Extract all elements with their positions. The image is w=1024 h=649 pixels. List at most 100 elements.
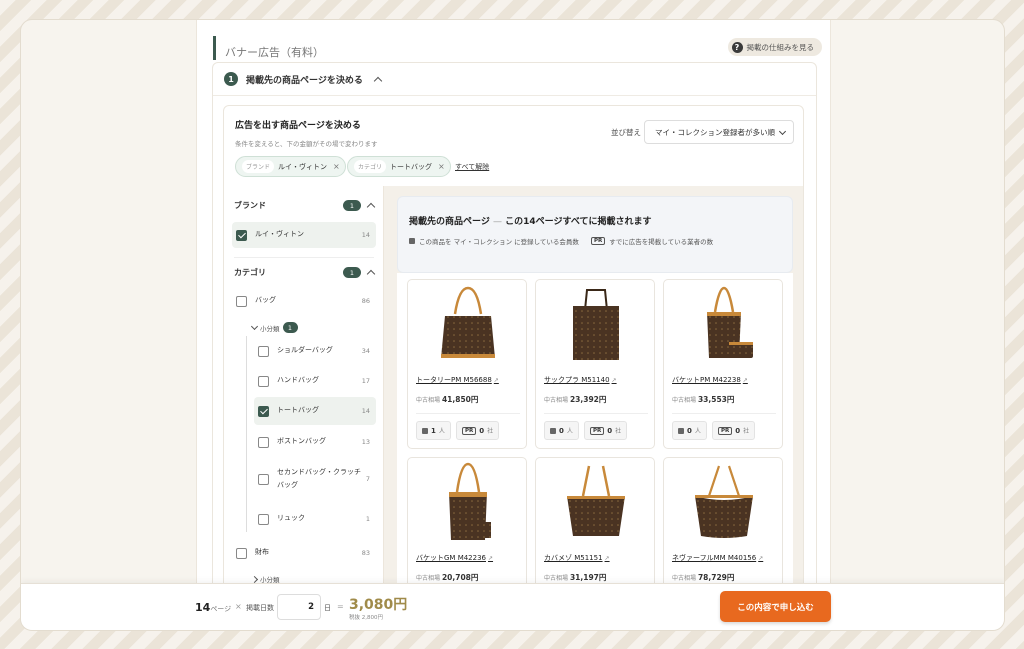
product-name-link[interactable]: カバメゾ M51151 ↗ [544,553,610,563]
price-value: 33,553円 [697,395,735,404]
option-count: 34 [361,347,370,355]
checkbox-checked-icon[interactable] [258,405,269,417]
pr-count-value: 0 [479,426,485,435]
chevron-down-icon [778,127,787,136]
price-label: 中古相場 [416,575,441,582]
option-label: セカンドバッグ・クラッチバッグ [277,467,361,489]
subcategory-option-tote-bag[interactable]: トートバッグ 14 [254,397,376,425]
brand-count-badge: 1 [343,200,361,211]
checkbox-icon[interactable] [258,375,269,387]
option-count: 14 [361,231,370,239]
pr-count-unit: 社 [615,428,622,435]
help-button[interactable]: ? 掲載の仕組みを見る [727,38,822,56]
product-name: トータリーPM M56688 [416,376,492,384]
checkbox-icon[interactable] [258,345,269,357]
product-image[interactable] [433,462,503,544]
chevron-up-icon[interactable] [366,269,376,279]
member-icon [422,427,428,434]
pr-tag: PR [590,426,605,435]
option-label: ルイ・ヴィトン [255,230,304,239]
option-label: ハンドバッグ [277,376,319,385]
price-label: 中古相場 [672,397,697,404]
page-count-value: 14 [195,601,211,614]
category-option-wallet[interactable]: 財布 83 [236,542,376,564]
product-image[interactable] [433,284,503,366]
filter-chip-category[interactable]: カテゴリ トートバッグ × [347,156,451,177]
price-value: 31,197円 [569,573,607,582]
subcategory-option-hand-bag[interactable]: ハンドバッグ 17 [258,370,376,392]
member-count: 0人 [544,421,579,440]
subcategory-option-clutch-bag[interactable]: セカンドバッグ・クラッチバッグ 7 [258,460,376,498]
total-price-excl-tax: 税抜 2,800円 [349,615,383,621]
results-title-main: この14ページすべてに掲載されます [505,217,652,227]
checkbox-icon[interactable] [236,295,247,307]
sort-select[interactable]: マイ・コレクション登録者が多い順 [644,120,794,144]
divider [234,257,374,258]
step-number: 1 [224,72,238,86]
subcategory-option-shoulder-bag[interactable]: ショルダーバッグ 34 [258,340,376,362]
subcategory-label: 小分類 [260,324,280,333]
chevron-up-icon[interactable] [366,202,376,212]
equals-sign: = [337,602,344,611]
submit-button[interactable]: この内容で申し込む [720,591,831,622]
brand-filter-heading: ブランド [234,201,266,210]
product-name-link[interactable]: トータリーPM M56688 ↗ [416,375,499,385]
option-label: 財布 [255,548,269,557]
chip-value: ルイ・ヴィトン [278,162,328,171]
checkbox-icon[interactable] [236,547,247,559]
product-image[interactable] [689,462,759,544]
step-header[interactable]: 1 掲載先の商品ページを決める [213,63,816,96]
banner-panel: バナー広告（有料） ? 掲載の仕組みを見る 1 掲載先の商品ページを決める 広告… [196,20,831,630]
product-name-link[interactable]: ネヴァーフルMM M40156 ↗ [672,553,763,563]
product-name-link[interactable]: バケットGM M42236 ↗ [416,553,493,563]
subcategory-option-boston-bag[interactable]: ボストンバッグ 13 [258,431,376,453]
product-card[interactable]: バケットPM M42238 ↗ 中古相場 33,553円 0 人 PR 0 社 [663,279,783,449]
pr-count-unit: 社 [743,428,750,435]
product-price: 中古相場 20,708円 [416,572,478,583]
step-card: 1 掲載先の商品ページを決める 広告を出す商品ページを決める 条件を変えると、下… [212,62,817,630]
price-label: 中古相場 [544,397,569,404]
category-option-bag[interactable]: バッグ 86 [236,290,376,312]
option-count: 14 [361,407,370,415]
option-count: 83 [361,549,370,557]
checkbox-icon[interactable] [258,473,269,485]
product-image[interactable] [561,284,631,366]
product-card[interactable]: サックプラ M51140 ↗ 中古相場 23,392円 0 人 PR 0 社 [535,279,655,449]
option-label: トートバッグ [277,406,319,415]
pr-count: PR 0 社 [712,421,756,440]
close-icon[interactable]: × [438,162,445,171]
product-image[interactable] [689,284,759,366]
results-title-dash: — [492,217,502,227]
results-title: 掲載先の商品ページ — この14ページすべてに掲載されます [409,214,651,227]
checkbox-checked-icon[interactable] [236,229,247,241]
selector-subtitle: 条件を変えると、下の金額がその場で変わります [235,140,378,148]
product-price: 中古相場 31,197円 [544,572,606,583]
product-name: バケットGM M42236 [416,554,486,562]
help-label: 掲載の仕組みを見る [746,42,815,52]
subcategory-option-backpack[interactable]: リュック 1 [258,508,376,530]
clear-all-link[interactable]: すべて解除 [455,162,489,172]
brand-option-louis-vuitton[interactable]: ルイ・ヴィトン 14 [232,222,376,248]
content-area: ブランド 1 ルイ・ヴィトン 14 カテゴリ 1 バッグ 86 小分類 1 ショ… [224,186,803,630]
filter-chip-brand[interactable]: ブランド ルイ・ヴィトン × [235,156,346,177]
product-selector: 広告を出す商品ページを決める 条件を変えると、下の金額がその場で変わります 並び… [223,105,804,630]
divider [672,413,776,414]
checkbox-icon[interactable] [258,436,269,448]
step-title: 掲載先の商品ページを決める [246,75,363,86]
pr-tag: PR [718,426,733,435]
product-name-link[interactable]: バケットPM M42238 ↗ [672,375,748,385]
option-label: ショルダーバッグ [277,346,333,355]
chevron-up-icon [373,76,383,85]
subcategory-toggle[interactable]: 小分類 1 [250,322,298,333]
page-frame: バナー広告（有料） ? 掲載の仕組みを見る 1 掲載先の商品ページを決める 広告… [20,19,1005,631]
product-image[interactable] [561,462,631,544]
legend-members: この商品を マイ・コレクション に登録している会員数 [419,238,579,246]
close-icon[interactable]: × [333,162,340,171]
member-count-unit: 人 [694,428,701,435]
days-input[interactable]: 2 [277,594,321,620]
product-card[interactable]: トータリーPM M56688 ↗ 中古相場 41,850円 1 人 PR 0 社 [407,279,527,449]
product-name-link[interactable]: サックプラ M51140 ↗ [544,375,617,385]
chip-key: カテゴリ [354,160,387,173]
member-count-unit: 人 [566,428,573,435]
checkbox-icon[interactable] [258,513,269,525]
